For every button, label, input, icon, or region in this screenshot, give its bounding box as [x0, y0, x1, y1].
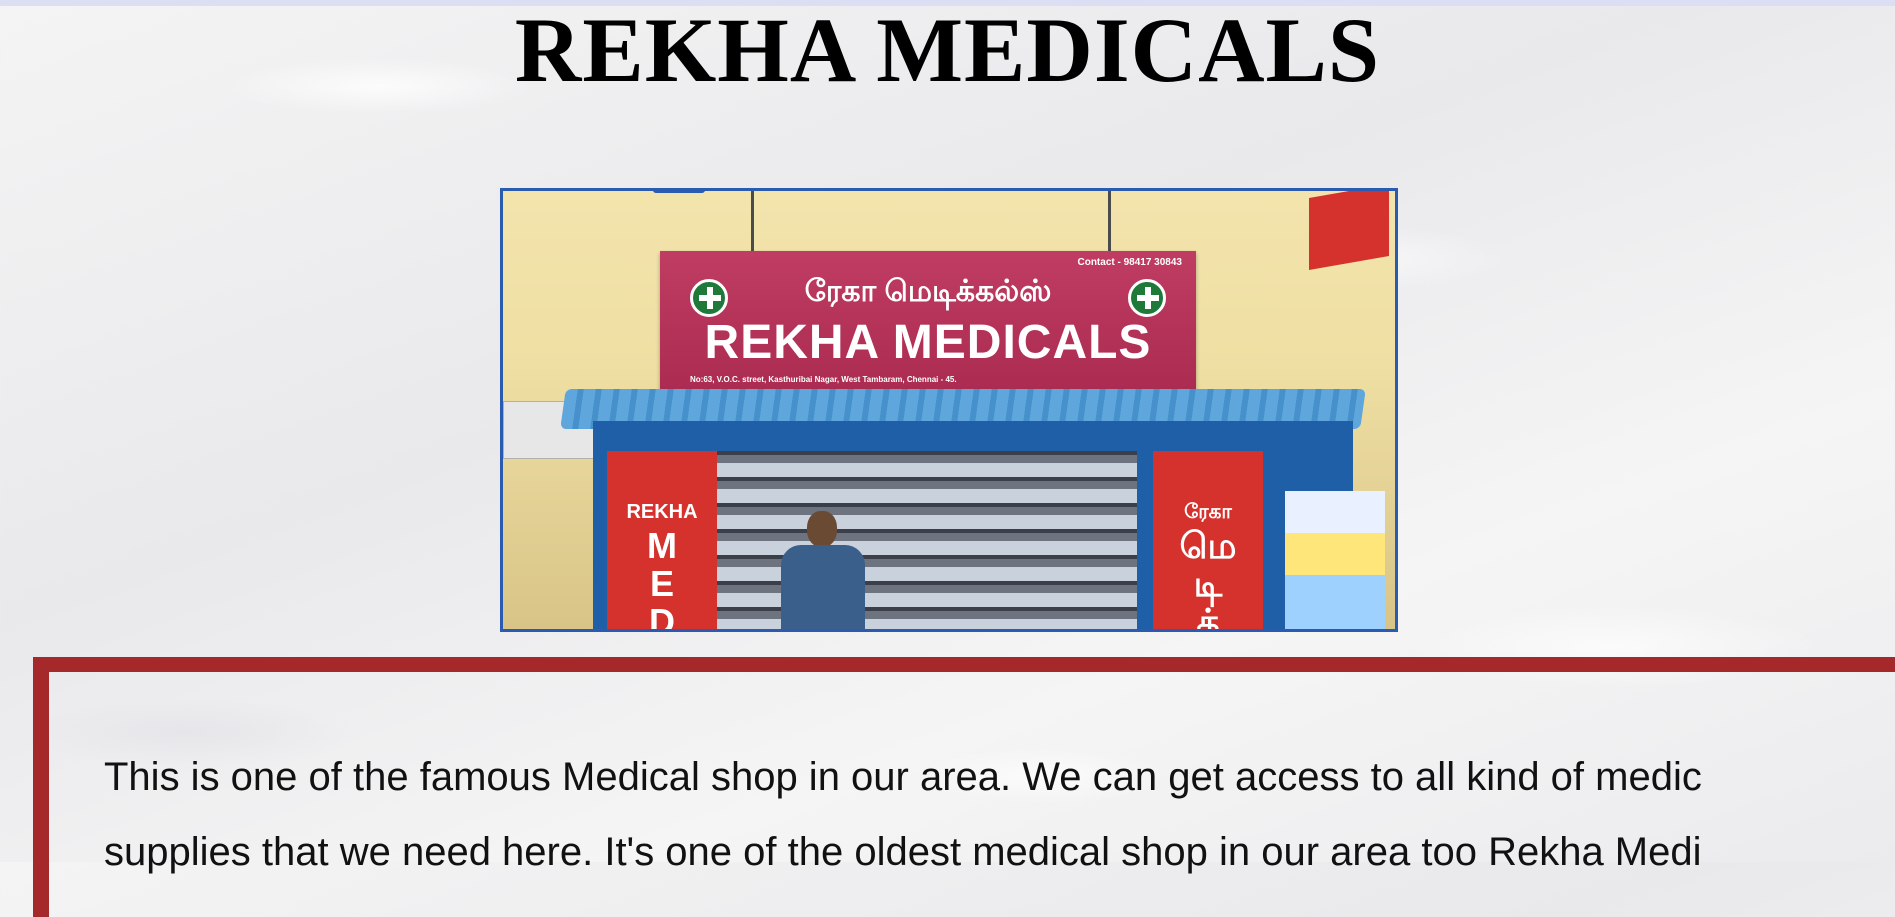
right-banner-line: ரேகா: [1184, 501, 1232, 523]
sign-english-text: REKHA MEDICALS: [704, 316, 1152, 369]
right-banner-line: மெ: [1179, 525, 1237, 566]
page-title: REKHA MEDICALS: [0, 0, 1895, 100]
wall-posters: [1285, 491, 1385, 629]
sign-contact: Contact - 98417 30843: [1077, 257, 1182, 268]
left-banner: REKHA M E D: [607, 451, 717, 632]
person-figure: [773, 511, 873, 629]
right-banner-line: டி: [1193, 563, 1223, 604]
description-text: This is one of the famous Medical shop i…: [104, 740, 1895, 890]
left-banner-line: REKHA: [626, 501, 698, 523]
sign-address: No:63, V.O.C. street, Kasthuribai Nagar,…: [690, 375, 957, 384]
left-banner-line: E: [649, 563, 674, 604]
left-banner-line: D: [649, 601, 675, 632]
left-banner-line: M: [647, 525, 677, 566]
sign-tamil-text: ரேகா மெடிக்கல்ஸ்: [804, 275, 1052, 308]
right-banner: ரேகா மெ டி க்: [1153, 451, 1263, 632]
right-banner-line: க்: [1196, 601, 1220, 632]
right-sign: [1309, 191, 1389, 271]
shop-photo: Contact - 98417 30843 ரேகா மெடிக்கல்ஸ் R…: [500, 188, 1398, 632]
description-line-1: This is one of the famous Medical shop i…: [104, 755, 1702, 799]
photo-tab-mark: [653, 191, 705, 193]
shop-signboard: Contact - 98417 30843 ரேகா மெடிக்கல்ஸ் R…: [660, 251, 1196, 401]
page-title-text: REKHA MEDICALS: [514, 0, 1381, 101]
description-line-2: supplies that we need here. It's one of …: [104, 830, 1702, 874]
